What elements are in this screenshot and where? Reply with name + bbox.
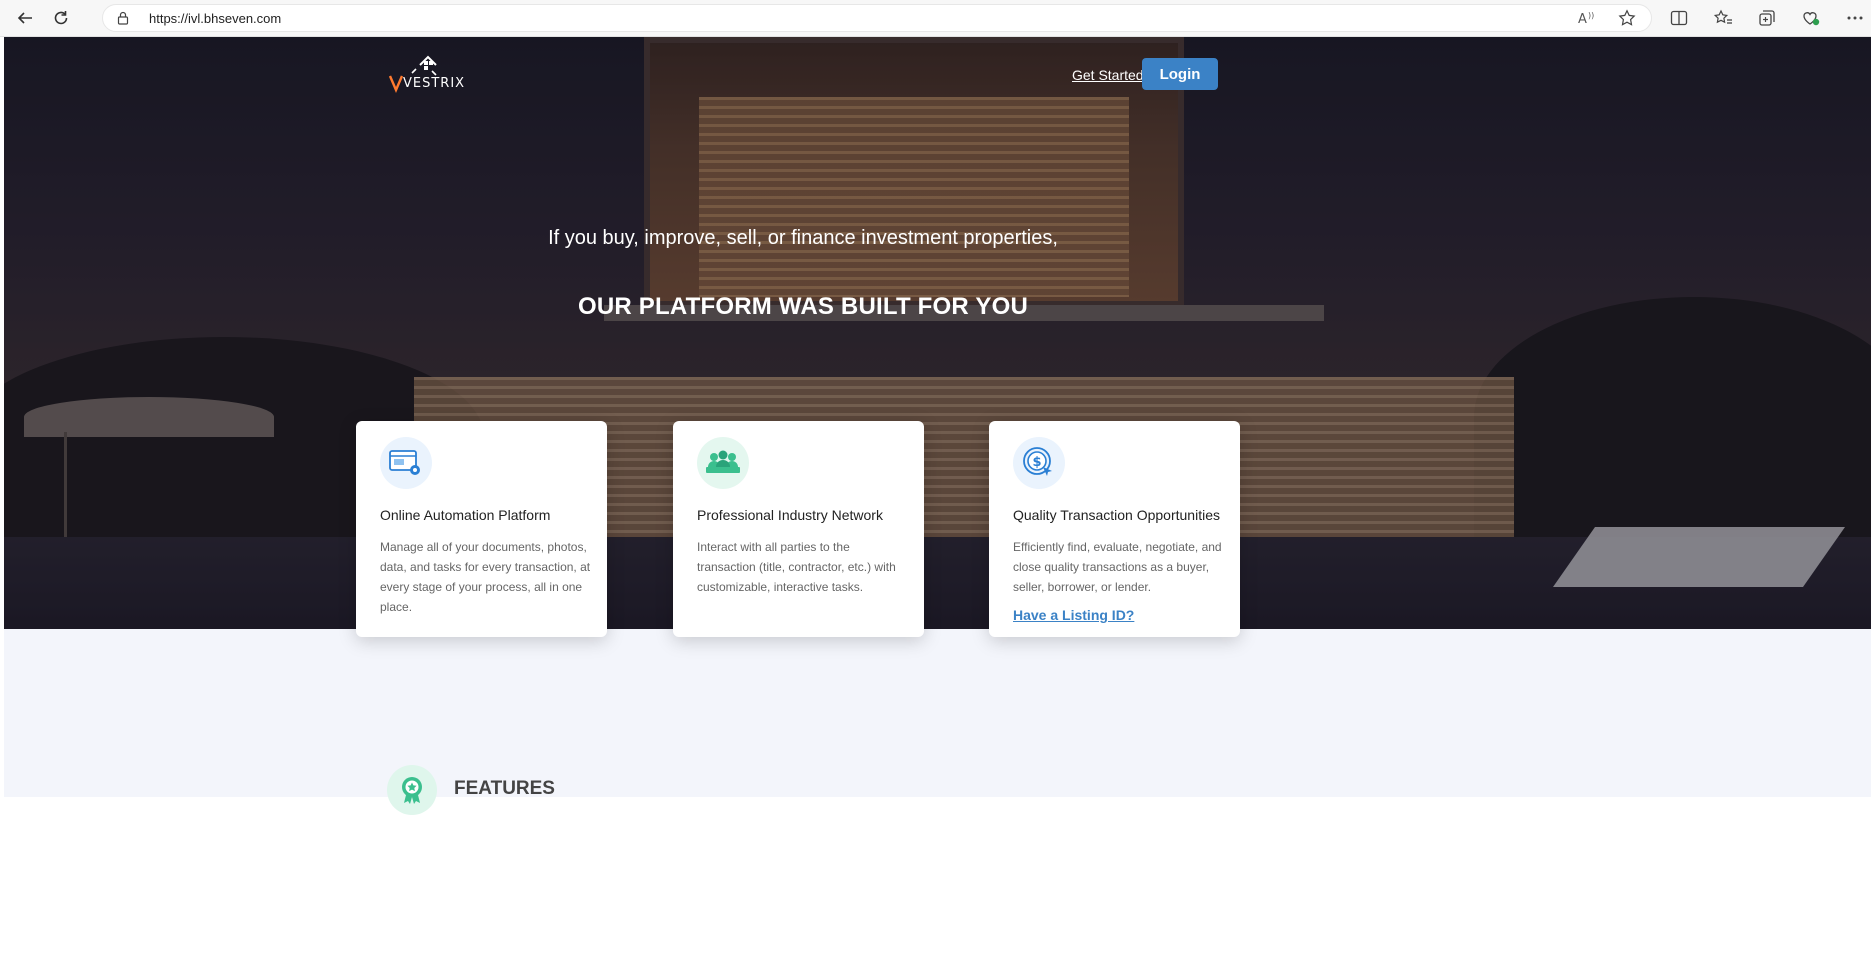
card-quality-transactions: $ Quality Transaction Opportunities Effi…: [989, 421, 1240, 637]
get-started-link[interactable]: Get Started: [1072, 67, 1144, 83]
svg-text:$: $: [1033, 455, 1042, 470]
card-professional-network: Professional Industry Network Interact w…: [673, 421, 924, 637]
favorites-list-icon[interactable]: [1712, 7, 1734, 29]
back-arrow-icon[interactable]: [12, 6, 38, 30]
logo-text: VESTRIX: [403, 76, 466, 91]
svg-text:)): )): [1588, 11, 1594, 20]
dollar-target-cursor-icon: $: [1013, 437, 1065, 489]
card-title: Quality Transaction Opportunities: [1013, 507, 1220, 523]
hero-section: VESTRIX Get Started Login If you buy, im…: [4, 37, 1871, 629]
listing-id-link[interactable]: Have a Listing ID?: [1013, 607, 1134, 623]
address-bar[interactable]: https://ivl.bhseven.com: [102, 4, 1652, 32]
browser-toolbar: https://ivl.bhseven.com A)): [0, 0, 1871, 37]
hero-overlay: [4, 37, 1871, 629]
card-title: Professional Industry Network: [697, 507, 883, 523]
automation-window-gear-icon: [380, 437, 432, 489]
card-description: Manage all of your documents, photos, da…: [380, 540, 591, 614]
split-screen-icon[interactable]: [1668, 7, 1690, 29]
cards-background-band: [4, 629, 1871, 797]
refresh-icon[interactable]: [48, 6, 74, 30]
badge-star-icon: [387, 765, 437, 815]
read-aloud-icon[interactable]: A)): [1576, 7, 1598, 29]
collections-icon[interactable]: [1756, 7, 1778, 29]
people-network-icon: [697, 437, 749, 489]
card-description: Interact with all parties to the transac…: [697, 540, 896, 594]
svg-text:A: A: [1578, 12, 1587, 26]
lock-icon[interactable]: [117, 11, 129, 30]
url-text[interactable]: https://ivl.bhseven.com: [149, 11, 281, 26]
favorite-star-icon[interactable]: [1616, 7, 1638, 29]
hero-subtitle: If you buy, improve, sell, or finance in…: [548, 227, 1058, 249]
hero-title: OUR PLATFORM WAS BUILT FOR YOU: [578, 293, 1028, 320]
features-heading: FEATURES: [454, 778, 555, 799]
vestrix-logo[interactable]: VESTRIX: [386, 47, 470, 95]
more-options-icon[interactable]: [1844, 7, 1866, 29]
card-description: Efficiently find, evaluate, negotiate, a…: [1013, 540, 1222, 594]
card-online-automation: Online Automation Platform Manage all of…: [356, 421, 607, 637]
extensions-heart-icon[interactable]: [1800, 7, 1822, 29]
login-button[interactable]: Login: [1142, 58, 1218, 90]
page-viewport: VESTRIX Get Started Login If you buy, im…: [4, 37, 1871, 978]
card-title: Online Automation Platform: [380, 507, 551, 523]
